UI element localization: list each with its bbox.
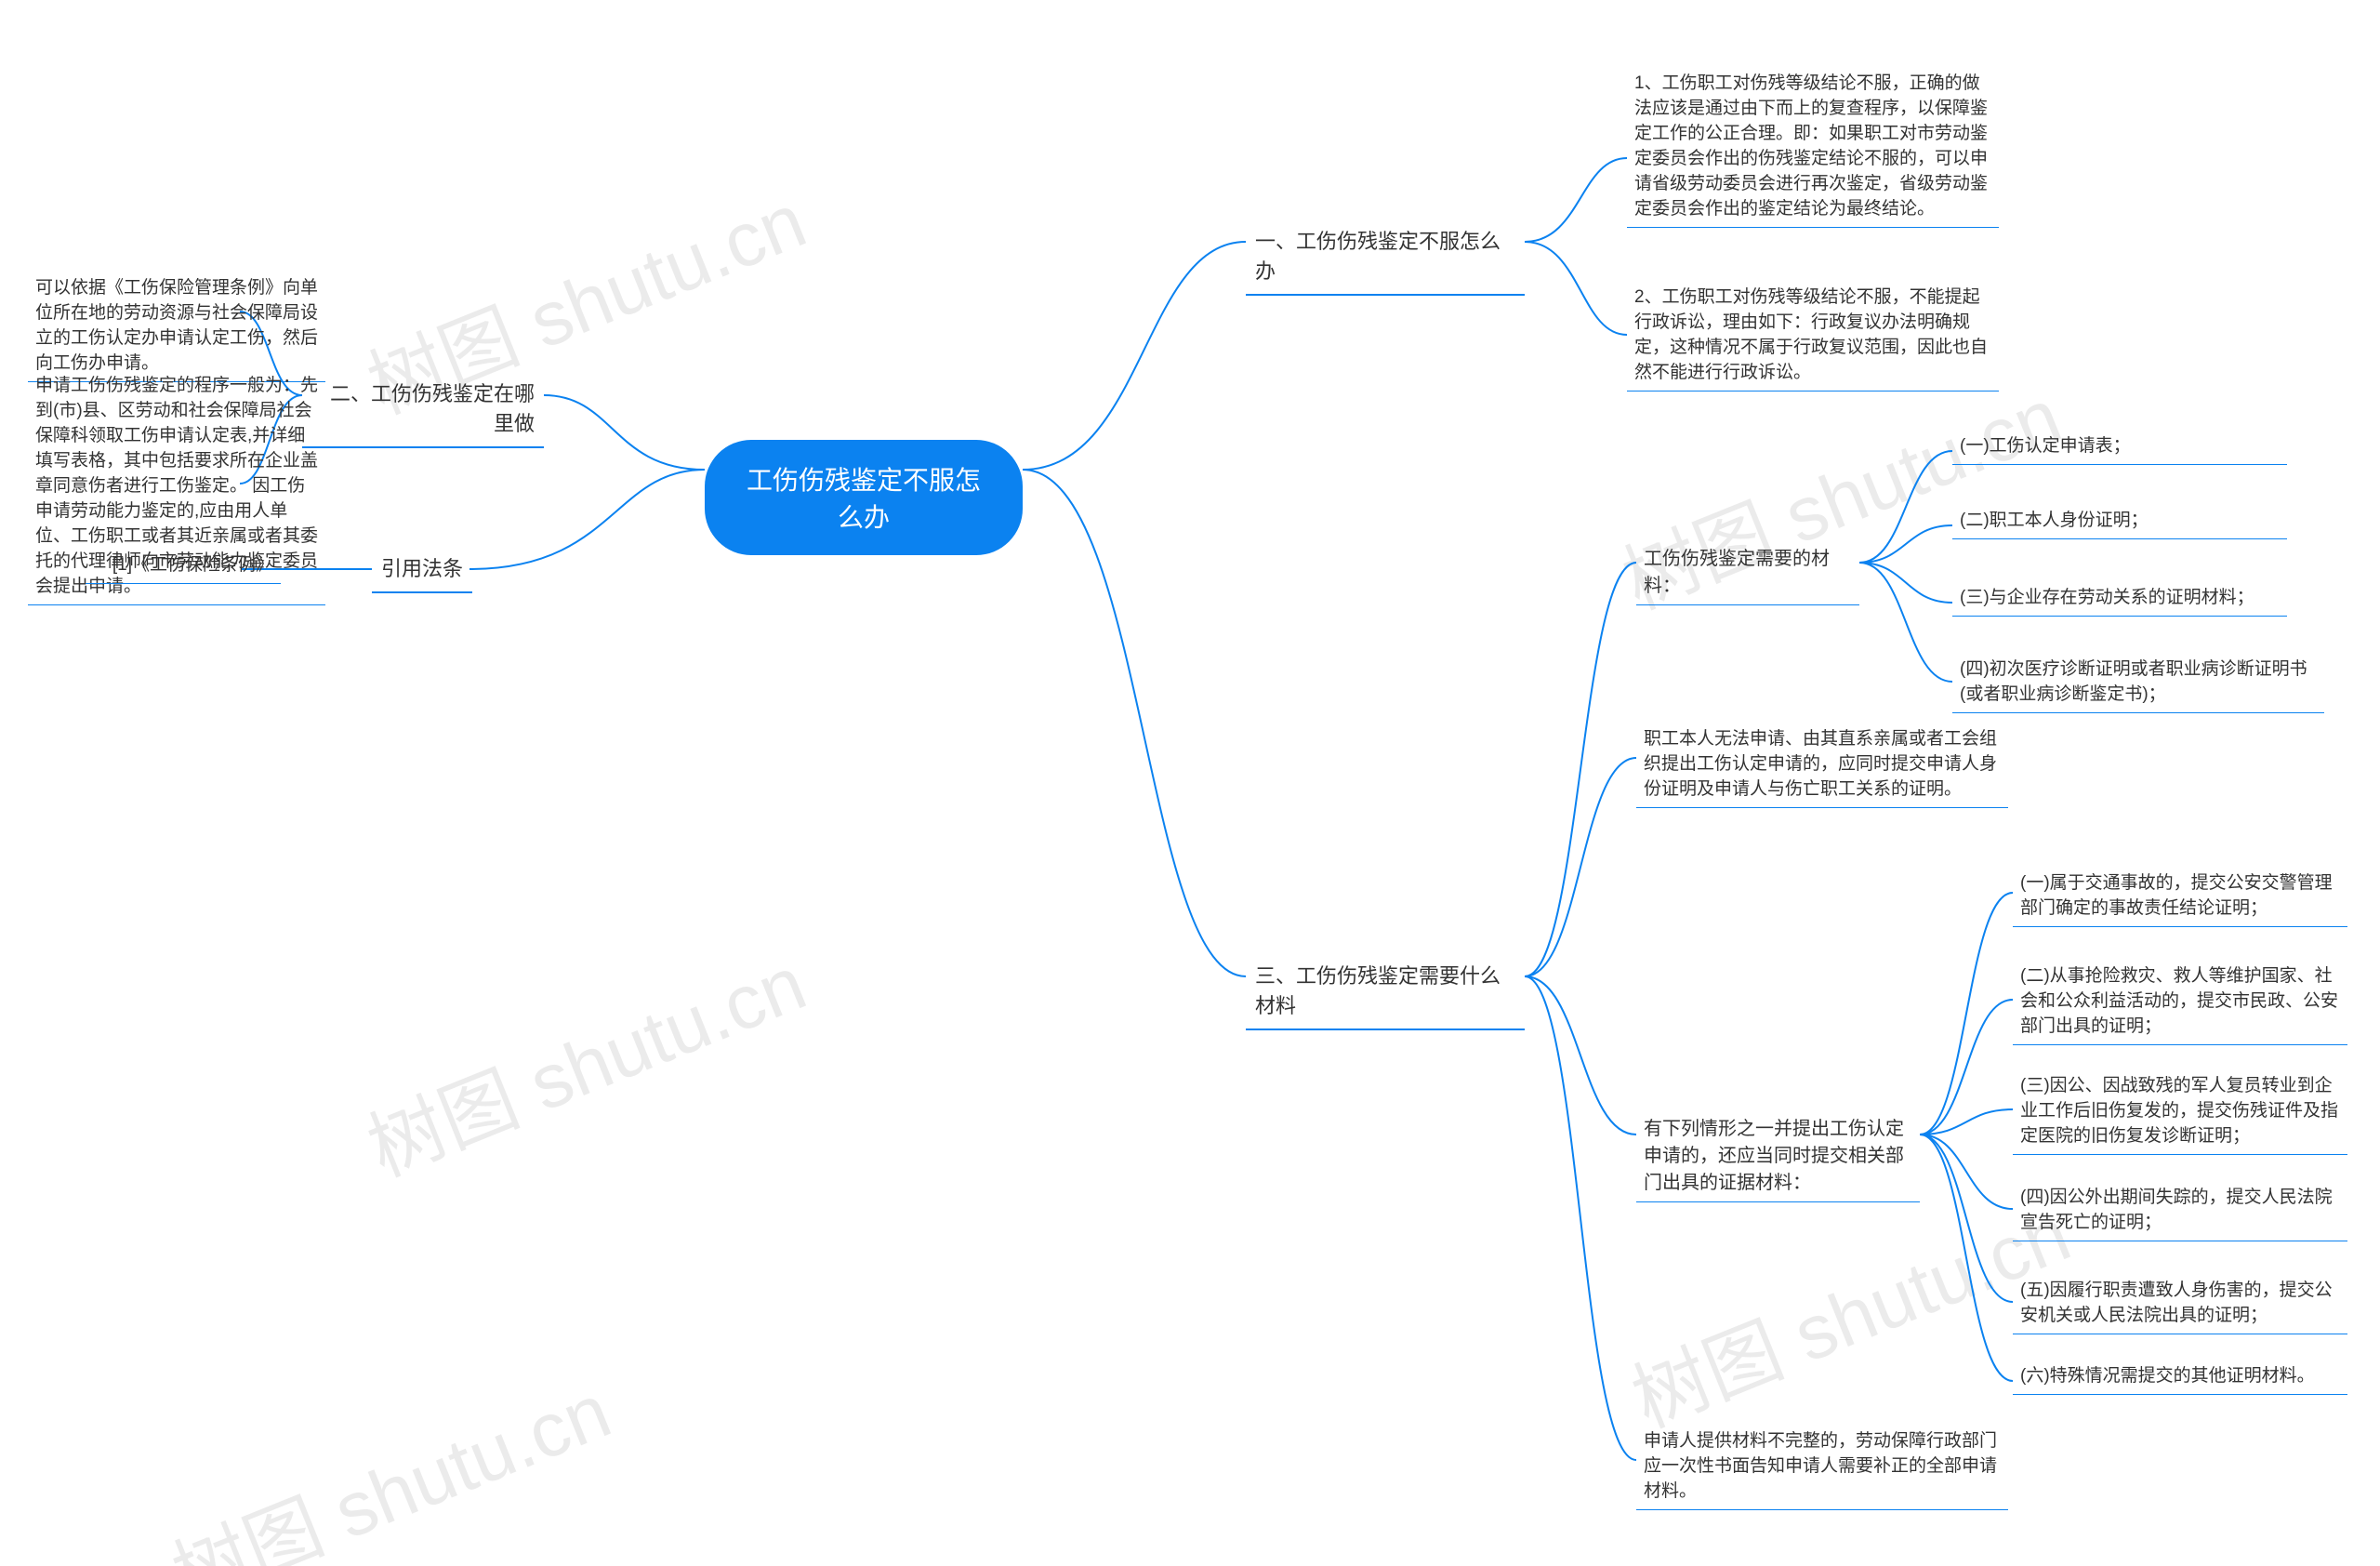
branch-1[interactable]: 一、工伤伤残鉴定不服怎么办 [1246, 219, 1525, 296]
g1-item-3-text: (三)与企业存在劳动关系的证明材料； [1960, 588, 2254, 607]
branch-2[interactable]: 二、工伤伤残鉴定在哪里做 [302, 372, 544, 448]
branch-1-label: 一、工伤伤残鉴定不服怎么办 [1255, 230, 1501, 283]
branch-3[interactable]: 三、工伤伤残鉴定需要什么材料 [1246, 954, 1525, 1030]
watermark: 树图 shutu.cn [154, 1349, 624, 1566]
branch-3-group-3[interactable]: 有下列情形之一并提出工伤认定申请的，还应当同时提交相关部门出具的证据材料： [1636, 1109, 1920, 1202]
g3-item-6-text: (六)特殊情况需提交的其他证明材料。 [2020, 1366, 2315, 1386]
g1-item-4[interactable]: (四)初次医疗诊断证明或者职业病诊断证明书(或者职业病诊断鉴定书)； [1952, 651, 2324, 713]
g3-item-4-text: (四)因公外出期间失踪的，提交人民法院宣告死亡的证明； [2020, 1188, 2333, 1232]
branch-3-group-4[interactable]: 申请人提供材料不完整的，劳动保障行政部门应一次性书面告知申请人需要补正的全部申请… [1636, 1423, 2008, 1510]
g1-item-4-text: (四)初次医疗诊断证明或者职业病诊断证明书(或者职业病诊断鉴定书)； [1960, 659, 2307, 704]
branch-2-label: 二、工伤伤残鉴定在哪里做 [330, 382, 535, 435]
g3-item-3[interactable]: (三)因公、因战致残的军人复员转业到企业工作后旧伤复发的，提交伤残证件及指定医院… [2013, 1068, 2347, 1155]
branch-1-child-2-text: 2、工伤职工对伤残等级结论不服，不能提起行政诉讼，理由如下：行政复议办法明确规定… [1634, 287, 1988, 382]
branch-1-child-1-text: 1、工伤职工对伤残等级结论不服，正确的做法应该是通过由下而上的复查程序，以保障鉴… [1634, 73, 1988, 219]
branch-ref-label: 引用法条 [381, 557, 463, 580]
g3-item-3-text: (三)因公、因战致残的军人复员转业到企业工作后旧伤复发的，提交伤残证件及指定医院… [2020, 1076, 2338, 1146]
g1-item-3[interactable]: (三)与企业存在劳动关系的证明材料； [1952, 579, 2287, 617]
g1-item-1[interactable]: (一)工伤认定申请表； [1952, 428, 2287, 465]
root-label: 工伤伤残鉴定不服怎么办 [747, 466, 981, 532]
g1-item-1-text: (一)工伤认定申请表； [1960, 436, 2131, 456]
g3-item-2-text: (二)从事抢险救灾、救人等维护国家、社会和公众利益活动的，提交市民政、公安部门出… [2020, 966, 2338, 1036]
watermark: 树图 shutu.cn [350, 922, 819, 1197]
branch-3-group-2-text: 职工本人无法申请、由其直系亲属或者工会组织提出工伤认定申请的，应同时提交申请人身… [1644, 729, 1997, 799]
branch-ref[interactable]: 引用法条 [372, 547, 472, 593]
g3-item-4[interactable]: (四)因公外出期间失踪的，提交人民法院宣告死亡的证明； [2013, 1179, 2347, 1241]
branch-ref-child-1[interactable]: [1]《工伤保险条例》 [86, 547, 281, 584]
g3-item-1-text: (一)属于交通事故的，提交公安交警管理部门确定的事故责任结论证明； [2020, 873, 2333, 918]
branch-3-label: 三、工伤伤残鉴定需要什么材料 [1255, 964, 1501, 1017]
branch-3-group-1[interactable]: 工伤伤残鉴定需要的材料： [1636, 539, 1859, 605]
g3-item-1[interactable]: (一)属于交通事故的，提交公安交警管理部门确定的事故责任结论证明； [2013, 865, 2347, 927]
branch-ref-child-1-text: [1]《工伤保险条例》 [112, 555, 273, 575]
branch-3-group-3-label: 有下列情形之一并提出工伤认定申请的，还应当同时提交相关部门出具的证据材料： [1644, 1119, 1904, 1193]
g3-item-6[interactable]: (六)特殊情况需提交的其他证明材料。 [2013, 1358, 2347, 1395]
branch-3-group-2[interactable]: 职工本人无法申请、由其直系亲属或者工会组织提出工伤认定申请的，应同时提交申请人身… [1636, 721, 2008, 808]
g1-item-2[interactable]: (二)职工本人身份证明； [1952, 502, 2287, 539]
branch-2-child-1-text: 可以依据《工伤保险管理条例》向单位所在地的劳动资源与社会保障局设立的工伤认定办申… [35, 278, 318, 373]
g3-item-5[interactable]: (五)因履行职责遭致人身伤害的，提交公安机关或人民法院出具的证明； [2013, 1272, 2347, 1334]
branch-3-group-1-label: 工伤伤残鉴定需要的材料： [1644, 549, 1830, 596]
branch-1-child-2[interactable]: 2、工伤职工对伤残等级结论不服，不能提起行政诉讼，理由如下：行政复议办法明确规定… [1627, 279, 1999, 392]
g3-item-2[interactable]: (二)从事抢险救灾、救人等维护国家、社会和公众利益活动的，提交市民政、公安部门出… [2013, 958, 2347, 1045]
branch-3-group-4-text: 申请人提供材料不完整的，劳动保障行政部门应一次性书面告知申请人需要补正的全部申请… [1644, 1431, 1997, 1501]
branch-2-child-1[interactable]: 可以依据《工伤保险管理条例》向单位所在地的劳动资源与社会保障局设立的工伤认定办申… [28, 270, 325, 382]
g3-item-5-text: (五)因履行职责遭致人身伤害的，提交公安机关或人民法院出具的证明； [2020, 1281, 2333, 1325]
root-node[interactable]: 工伤伤残鉴定不服怎么办 [705, 440, 1023, 555]
g1-item-2-text: (二)职工本人身份证明； [1960, 511, 2149, 530]
branch-1-child-1[interactable]: 1、工伤职工对伤残等级结论不服，正确的做法应该是通过由下而上的复查程序，以保障鉴… [1627, 65, 1999, 228]
